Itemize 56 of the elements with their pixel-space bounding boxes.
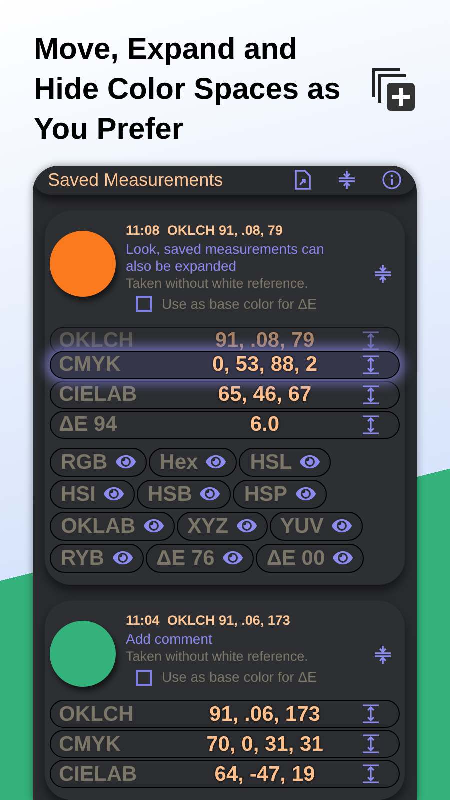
color-space-name: OKLCH	[59, 704, 135, 724]
color-space-row[interactable]: CIELAB 64, -47, 19	[50, 760, 400, 788]
color-space-name: CIELAB	[59, 764, 138, 784]
expand-icon[interactable]	[362, 734, 380, 754]
base-color-checkbox[interactable]	[136, 296, 152, 312]
hidden-space-chip[interactable]: Hex	[148, 448, 238, 477]
expand-icon[interactable]	[362, 330, 380, 351]
hidden-space-chip[interactable]: ΔE 00	[256, 544, 364, 573]
color-space-name: CMYK	[59, 734, 122, 754]
note-text: Taken without white reference.	[126, 274, 310, 293]
color-space-name: CMYK	[59, 354, 122, 376]
expand-icon[interactable]	[362, 764, 380, 784]
hidden-space-chip[interactable]: HSB	[137, 480, 232, 509]
color-space-row[interactable]: ΔE 94 6.0	[50, 410, 400, 439]
checkbox-label: Use as base color for ΔE	[162, 668, 317, 687]
expand-icon[interactable]	[362, 354, 380, 375]
collapse-icon[interactable]	[374, 264, 392, 284]
measurement-title: 11:04 OKLCH 91, .06, 173	[126, 612, 292, 630]
expand-icon[interactable]	[362, 384, 380, 405]
collapse-icon[interactable]	[374, 645, 392, 666]
color-space-name: ΔE 94	[59, 414, 118, 436]
color-value: 0, 53, 88, 2	[211, 354, 319, 376]
color-value: 91, .06, 173	[208, 704, 322, 724]
hidden-space-chip[interactable]: HSL	[239, 448, 332, 477]
hidden-space-chip[interactable]: HSI	[50, 480, 136, 509]
hidden-space-chip[interactable]: YUV	[270, 512, 363, 541]
hidden-space-chip[interactable]: XYZ	[176, 512, 268, 541]
export-file-icon[interactable]	[294, 170, 312, 190]
color-value: 6.0	[249, 414, 281, 436]
color-space-row[interactable]: OKLCH 91, .06, 173	[50, 700, 400, 728]
color-value: 70, 0, 31, 31	[206, 734, 324, 754]
color-space-row[interactable]: CMYK 0, 53, 88, 2	[50, 350, 400, 379]
comment-link[interactable]: Look, saved measurements can also be expanded	[126, 240, 348, 275]
color-value: 91, .08, 79	[214, 330, 316, 352]
hidden-space-chip[interactable]: RGB	[50, 448, 147, 477]
base-color-checkbox[interactable]	[136, 670, 152, 686]
color-space-name: CIELAB	[59, 384, 138, 406]
info-icon[interactable]	[382, 170, 402, 190]
hidden-space-chip[interactable]: RYB	[50, 544, 144, 573]
checkbox-label: Use as base color for ΔE	[162, 294, 317, 314]
hidden-space-chip[interactable]: ΔE 76	[146, 544, 254, 573]
color-space-row[interactable]: CMYK 70, 0, 31, 31	[50, 730, 400, 758]
hidden-space-chip[interactable]: OKLAB	[50, 512, 175, 541]
comment-link[interactable]: Add comment	[126, 631, 348, 648]
measurement-title: 11:08 OKLCH 91, .08, 79	[126, 222, 284, 240]
panel-title: Saved Measurements	[48, 168, 224, 192]
expand-icon[interactable]	[362, 704, 380, 724]
color-value: 64, -47, 19	[214, 764, 316, 784]
expand-icon[interactable]	[362, 414, 380, 435]
color-space-row[interactable]: CIELAB 65, 46, 67	[50, 380, 400, 409]
add-layers-icon	[372, 67, 418, 113]
note-text: Taken without white reference.	[126, 648, 310, 666]
headline: Move, Expand and Hide Color Spaces as You Prefer	[34, 32, 342, 148]
hidden-space-chip[interactable]: HSP	[233, 480, 327, 509]
collapse-all-icon[interactable]	[338, 170, 356, 190]
color-value: 65, 46, 67	[217, 384, 313, 406]
